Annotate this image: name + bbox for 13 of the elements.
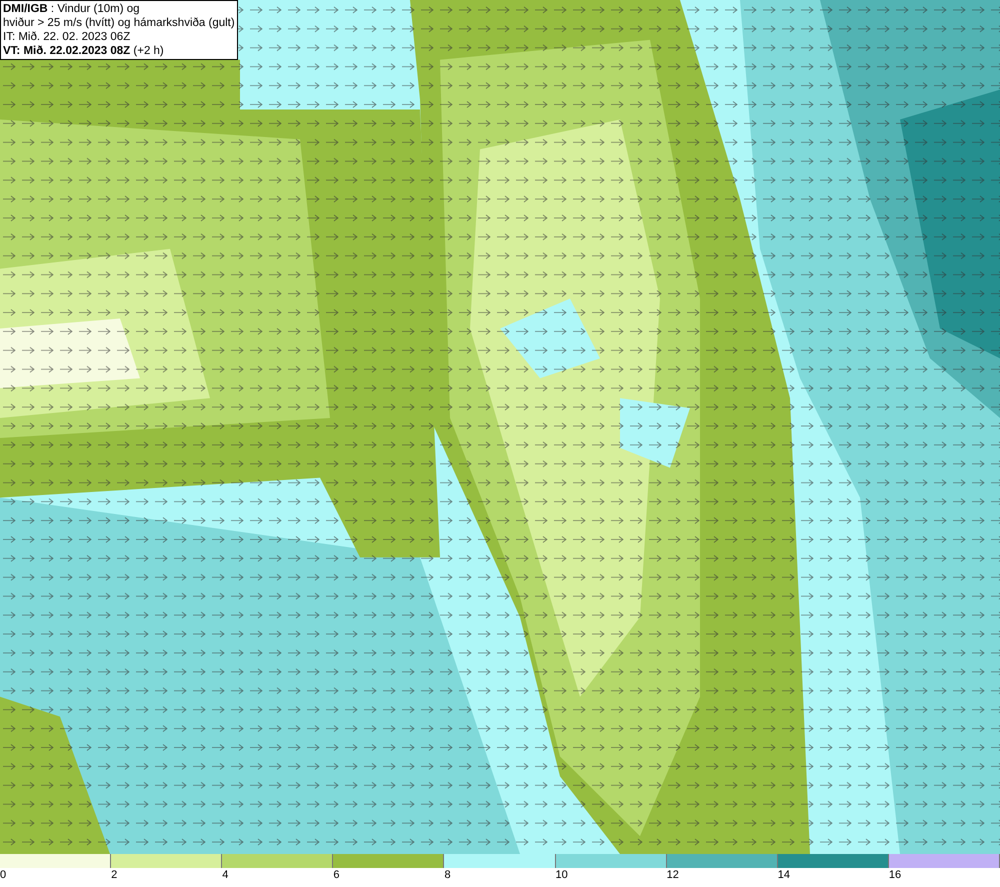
- legend-tick-label: 2: [111, 868, 118, 882]
- legend-tick-label: 16: [888, 868, 902, 882]
- title-line: hviður > 25 m/s (hvítt) og hámarkshviða (gult): [3, 16, 235, 30]
- title-line: VT: Mið. 22.02.2023 08Z (+2 h): [3, 44, 165, 58]
- title-line: DMI/IGB : Vindur (10m) og: [3, 2, 141, 16]
- legend-tick-label: 14: [778, 868, 790, 882]
- legend-tick-label: 6: [333, 868, 340, 882]
- legend-tick-label: 12: [666, 868, 679, 882]
- legend-tick-label: 10: [556, 868, 568, 882]
- title-line: IT: Mið. 22. 02. 2023 06Z: [3, 30, 132, 44]
- legend-tick-label: 4: [222, 868, 228, 882]
- legend-tick-label: 0: [0, 868, 6, 882]
- legend-tick-label: 8: [444, 868, 451, 882]
